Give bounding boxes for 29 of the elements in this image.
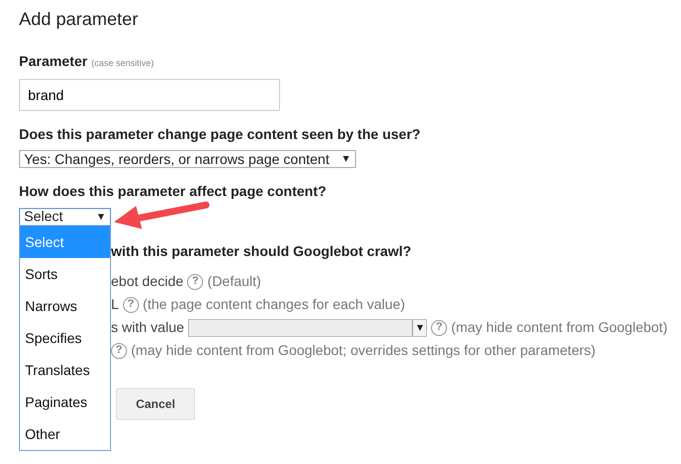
question-label: Does this parameter change page content seen by the user? <box>19 126 420 142</box>
field-label: Parameter <box>19 52 88 69</box>
question-label: How does this parameter affect page content? <box>19 183 326 200</box>
option-label: s with value <box>111 318 184 338</box>
help-icon[interactable]: ? <box>187 274 204 290</box>
field-hint: (case sensitive) <box>91 58 154 68</box>
help-icon[interactable]: ? <box>122 296 139 313</box>
option-label: L <box>111 295 119 314</box>
dropdown-option[interactable]: Translates <box>20 354 110 386</box>
option-note: (may hide content from Googlebot) <box>451 318 668 338</box>
dropdown-option[interactable]: Sorts <box>20 258 110 290</box>
option-note: (may hide content from Googlebot; overrides settings for other parameters) <box>131 341 596 360</box>
dropdown-option[interactable]: Specifies <box>20 322 110 354</box>
dropdown-option[interactable]: Narrows <box>20 290 110 322</box>
dropdown-option[interactable]: Paginates <box>20 386 110 418</box>
cancel-button[interactable]: Cancel <box>116 388 195 420</box>
page-title: Add parameter <box>19 9 140 31</box>
option-note: (the page content changes for each value) <box>142 295 406 314</box>
value-select[interactable] <box>188 318 428 337</box>
caret-icon <box>343 156 350 162</box>
question-label: with this parameter should Googlebot crawl? <box>111 243 412 260</box>
option-label: ebot decide <box>111 272 184 292</box>
option-note: (Default) <box>207 272 262 292</box>
content-select[interactable]: Yes: Changes, reorders, or narrows page content <box>19 150 356 168</box>
effect-select[interactable]: Select <box>19 208 111 226</box>
dropdown-option[interactable]: Other <box>20 418 110 450</box>
caret-icon <box>416 324 423 331</box>
parameter-input[interactable]: brand <box>19 78 280 111</box>
help-icon[interactable]: ? <box>431 320 448 336</box>
